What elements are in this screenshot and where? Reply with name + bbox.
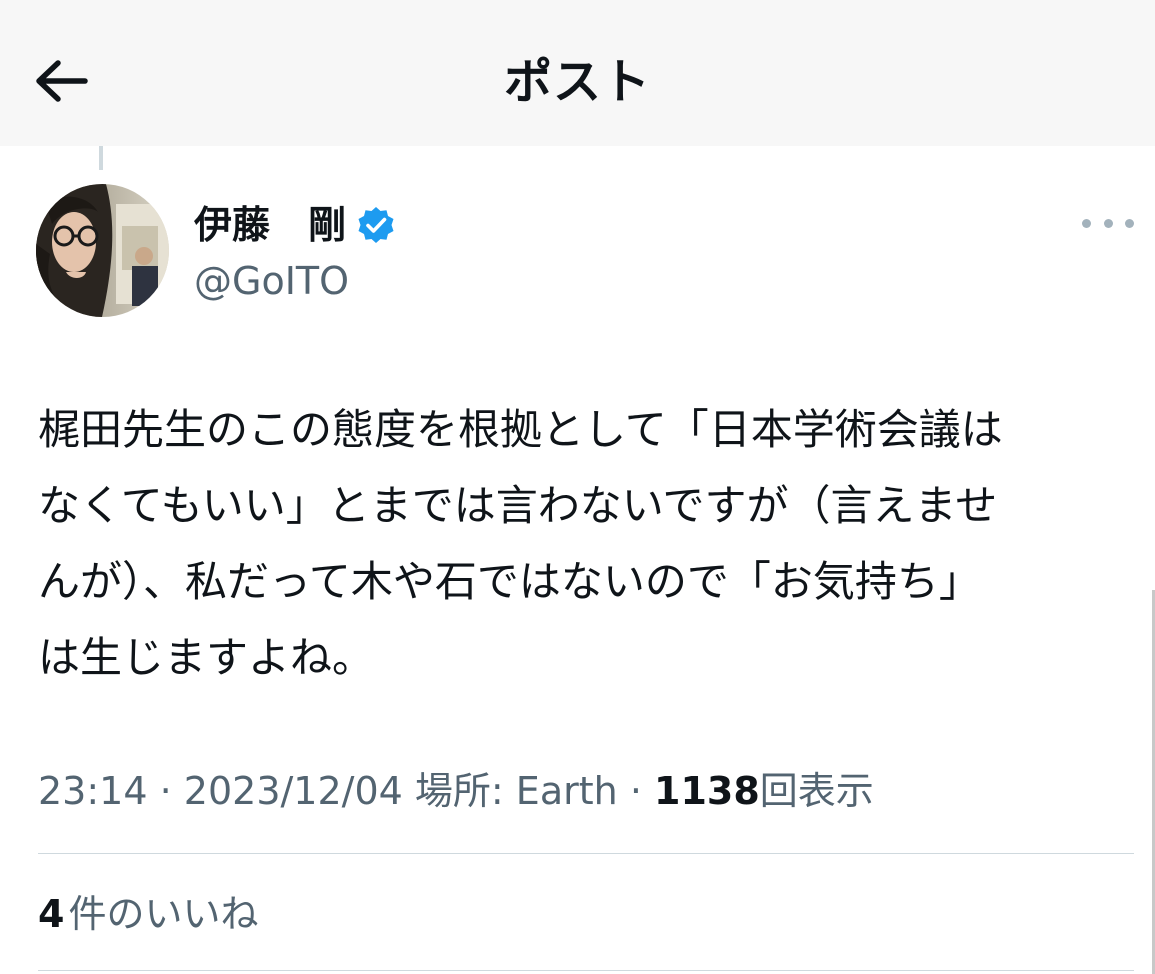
- views-count: 1138: [654, 769, 760, 813]
- post-text-line: は生じますよね。: [38, 633, 375, 682]
- post-text-line: 梶田先生のこの態度を根拠として「日本学術会議は: [38, 405, 1003, 454]
- meta-separator: ·: [629, 769, 642, 813]
- user-handle[interactable]: @GoITO: [194, 254, 349, 308]
- post-date[interactable]: 2023/12/04: [184, 769, 403, 813]
- avatar[interactable]: [36, 184, 169, 317]
- post-text-line: んが）、私だって木や石ではないので「お気持ち」: [38, 557, 981, 606]
- post-body: 梶田先生のこの態度を根拠として「日本学術会議は なくてもいい」とまでは言わないで…: [38, 392, 1138, 696]
- likes-label: 件のいいね: [68, 892, 259, 936]
- post-location: 場所: Earth: [414, 769, 618, 813]
- post-metadata: 23:14 · 2023/12/04 場所: Earth · 1138回表示: [38, 762, 874, 820]
- meta-separator: ·: [159, 769, 172, 813]
- views-label: 回表示: [759, 769, 874, 813]
- top-bar: ポスト: [0, 0, 1155, 146]
- page-title: ポスト: [503, 54, 651, 110]
- divider: [38, 853, 1134, 854]
- verified-badge-icon: [356, 205, 396, 245]
- divider: [38, 970, 1134, 971]
- author-name-row[interactable]: 伊藤 剛: [194, 198, 396, 252]
- post-text-line: なくてもいい」とまでは言わないですが（言えませ: [38, 481, 998, 530]
- more-options-icon[interactable]: [1082, 208, 1134, 238]
- likes-link[interactable]: 4 件のいいね: [38, 886, 258, 942]
- avatar-image: [36, 184, 169, 317]
- likes-count: 4: [38, 892, 65, 936]
- thread-connector-line: [99, 146, 103, 170]
- display-name[interactable]: 伊藤 剛: [194, 198, 346, 252]
- post-time[interactable]: 23:14: [38, 769, 148, 813]
